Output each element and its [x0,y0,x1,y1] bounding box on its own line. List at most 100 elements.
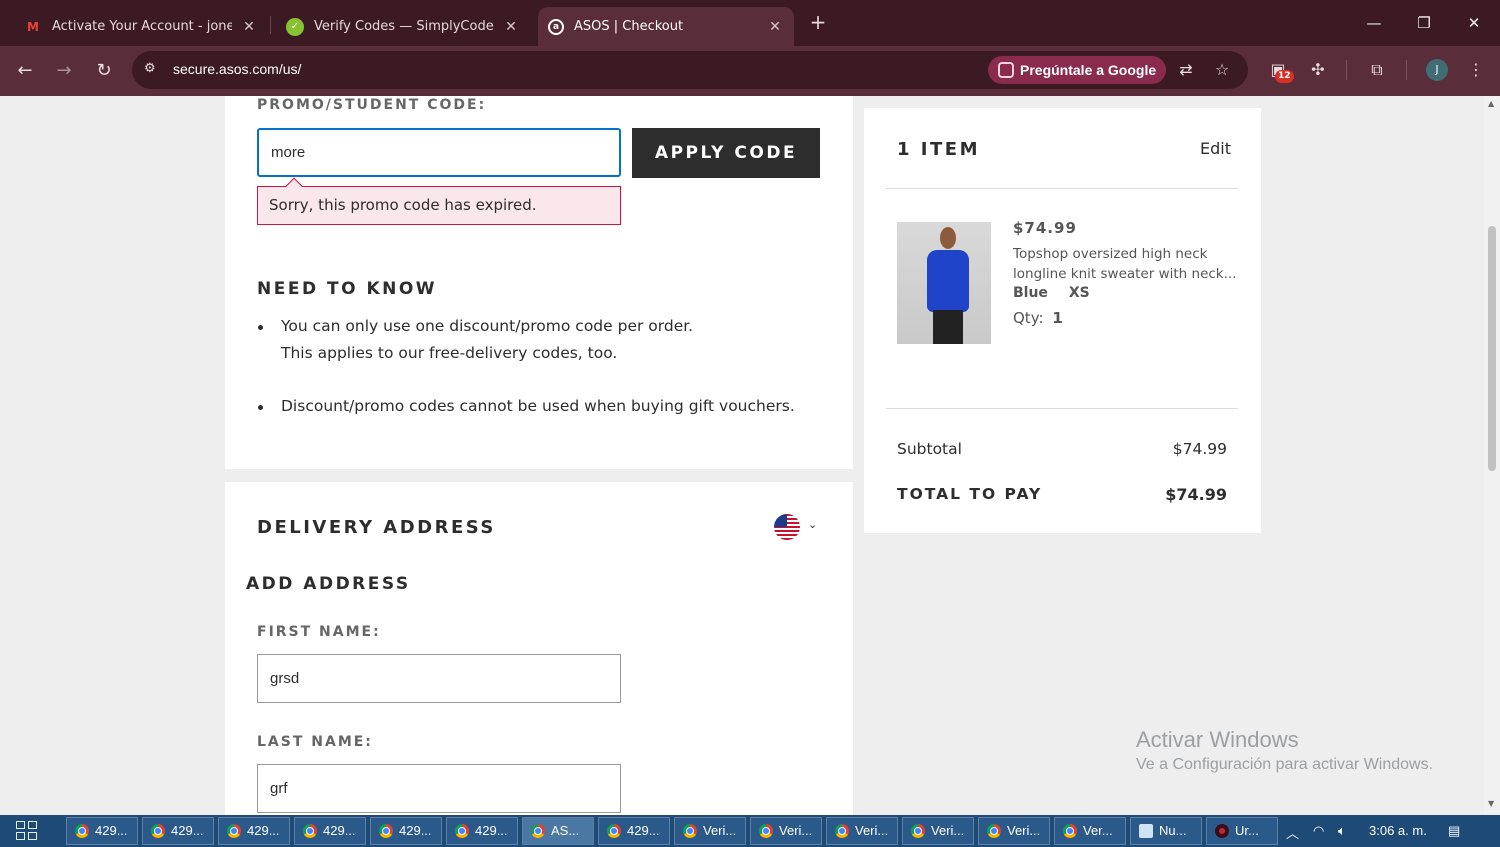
chrome-icon [1063,824,1077,838]
toolbar-divider [1406,60,1407,80]
minimize-icon[interactable]: — [1354,8,1394,38]
activate-windows-subtitle: Ve a Configuración para activar Windows. [1136,756,1434,773]
taskbar-app-button[interactable]: 429... [446,817,518,845]
last-name-input[interactable]: grf [257,764,621,813]
chrome-icon [759,824,773,838]
notifications-icon[interactable]: ▤ [1448,823,1460,839]
taskbar-app-button[interactable]: Veri... [978,817,1050,845]
site-info-icon[interactable]: ⚙ [144,61,162,79]
scroll-up-icon[interactable]: ▲ [1488,100,1496,108]
taskbar-app-button[interactable]: 429... [218,817,290,845]
notepad-icon [1139,824,1153,838]
first-name-label: FIRST NAME: [257,624,381,640]
taskbar-app-label: AS... [551,823,580,838]
taskbar-app-button[interactable]: AS... [522,817,594,845]
taskbar-app-button[interactable]: Veri... [826,817,898,845]
chrome-icon [151,824,165,838]
taskbar-app-label: 429... [247,823,280,838]
taskbar-app-button[interactable]: Veri... [902,817,974,845]
tab-gmail[interactable]: M Activate Your Account - jonespa ✕ [6,7,268,46]
product-variant: Blue XS [1013,285,1090,301]
taskbar-app-label: Ur... [1235,823,1259,838]
bookmark-star-icon[interactable]: ☆ [1210,58,1234,82]
taskbar-app-label: 429... [323,823,356,838]
chrome-icon [683,824,697,838]
restore-icon[interactable]: ❐ [1404,8,1444,38]
product-image[interactable] [897,222,991,344]
translate-icon[interactable]: ⇄ [1174,58,1198,82]
items-count-title: 1 ITEM [897,139,980,160]
activate-windows-title: Activar Windows [1136,727,1299,752]
profile-avatar[interactable]: J [1426,59,1448,81]
extensions-puzzle-icon[interactable]: ✣ [1306,58,1330,82]
ask-google-button[interactable]: Pregúntale a Google [988,56,1167,84]
scroll-thumb[interactable] [1488,226,1496,471]
promo-code-input[interactable]: more [257,128,621,177]
address-bar[interactable]: ⚙ secure.asos.com/us/ Pregúntale a Googl… [132,51,1248,89]
checkout-page: PROMO/STUDENT CODE: more APPLY CODE Sorr… [0,96,1484,815]
simplycodes-icon: ✓ [286,17,304,36]
taskbar-app-button[interactable]: Veri... [750,817,822,845]
taskbar-app-button[interactable]: Veri... [674,817,746,845]
back-icon[interactable]: ← [11,57,39,85]
reload-icon[interactable]: ↻ [90,57,118,85]
tab-simplycodes[interactable]: ✓ Verify Codes — SimplyCodes ✕ [268,7,530,46]
taskbar-app-label: Veri... [931,823,965,838]
promo-error-message: Sorry, this promo code has expired. [257,186,621,225]
taskbar-app-label: 429... [627,823,660,838]
tab-asos-checkout[interactable]: a ASOS | Checkout ✕ [538,7,794,46]
scroll-down-icon[interactable]: ▼ [1488,800,1496,808]
taskbar-app-button[interactable]: 429... [142,817,214,845]
extension-badge: 12 [1275,70,1294,83]
ask-google-label: Pregúntale a Google [1020,62,1157,78]
clock[interactable]: 3:06 a. m. [1369,823,1427,838]
qty-label: Qty: [1013,309,1044,327]
product-name-line: Topshop oversized high neck [1013,246,1208,262]
taskbar-app-button[interactable]: Ur... [1206,817,1278,845]
taskbar-app-label: Veri... [703,823,737,838]
delivery-address-card: DELIVERY ADDRESS ⌄ ADD ADDRESS FIRST NAM… [225,482,853,815]
taskbar-app-button[interactable]: 429... [370,817,442,845]
close-tab-icon[interactable]: ✕ [240,19,258,35]
tab-strip: M Activate Your Account - jonespa ✕ ✓ Ve… [0,0,1500,46]
taskbar-app-button[interactable]: Nu... [1130,817,1202,845]
taskbar-app-label: Ver... [1083,823,1113,838]
close-tab-icon[interactable]: ✕ [502,19,520,35]
taskbar-app-button[interactable]: 429... [598,817,670,845]
promo-label: PROMO/STUDENT CODE: [257,97,487,113]
menu-kebab-icon[interactable]: ⋮ [1464,58,1488,82]
close-tab-icon[interactable]: ✕ [766,19,784,35]
apply-code-button[interactable]: APPLY CODE [632,128,820,178]
gmail-icon: M [27,19,39,34]
taskbar-app-label: 429... [399,823,432,838]
qty-value: 1 [1052,309,1063,327]
lens-icon [998,62,1014,78]
page-scrollbar[interactable]: ▲ ▼ [1484,96,1500,815]
app-icon [1215,824,1229,838]
new-tab-button[interactable]: + [806,10,830,34]
volume-icon[interactable]: 🔈︎ [1338,823,1346,839]
tray-chevron-icon[interactable]: ︿ [1286,823,1299,842]
tab-search-icon[interactable]: ⧉ [1365,58,1389,82]
windows-taskbar: 429... 429... 429... 429... 429... 429... AS..… [0,815,1500,847]
taskbar-app-button[interactable]: 429... [66,817,138,845]
summary-divider [886,188,1238,189]
wifi-icon[interactable]: ◠ [1313,823,1324,839]
product-name-line: longline knit sweater with neck... [1013,266,1237,282]
close-window-icon[interactable]: ✕ [1454,8,1494,38]
product-color: Blue [1013,285,1048,301]
taskbar-app-button[interactable]: 429... [294,817,366,845]
forward-icon[interactable]: → [50,57,78,85]
asos-icon: a [548,18,564,35]
edit-link[interactable]: Edit [1200,139,1231,158]
chrome-icon [379,824,393,838]
country-selector[interactable]: ⌄ [774,514,822,542]
taskbar-app-button[interactable]: Ver... [1054,817,1126,845]
chrome-icon [911,824,925,838]
need-to-know-line: This applies to our free-delivery codes,… [281,344,618,362]
start-icon[interactable] [16,821,38,841]
tab-title: ASOS | Checkout [574,19,684,34]
url-text: secure.asos.com/us/ [173,61,302,77]
product-name[interactable]: Topshop oversized high neck longline kni… [1013,244,1237,284]
first-name-input[interactable]: grsd [257,654,621,703]
